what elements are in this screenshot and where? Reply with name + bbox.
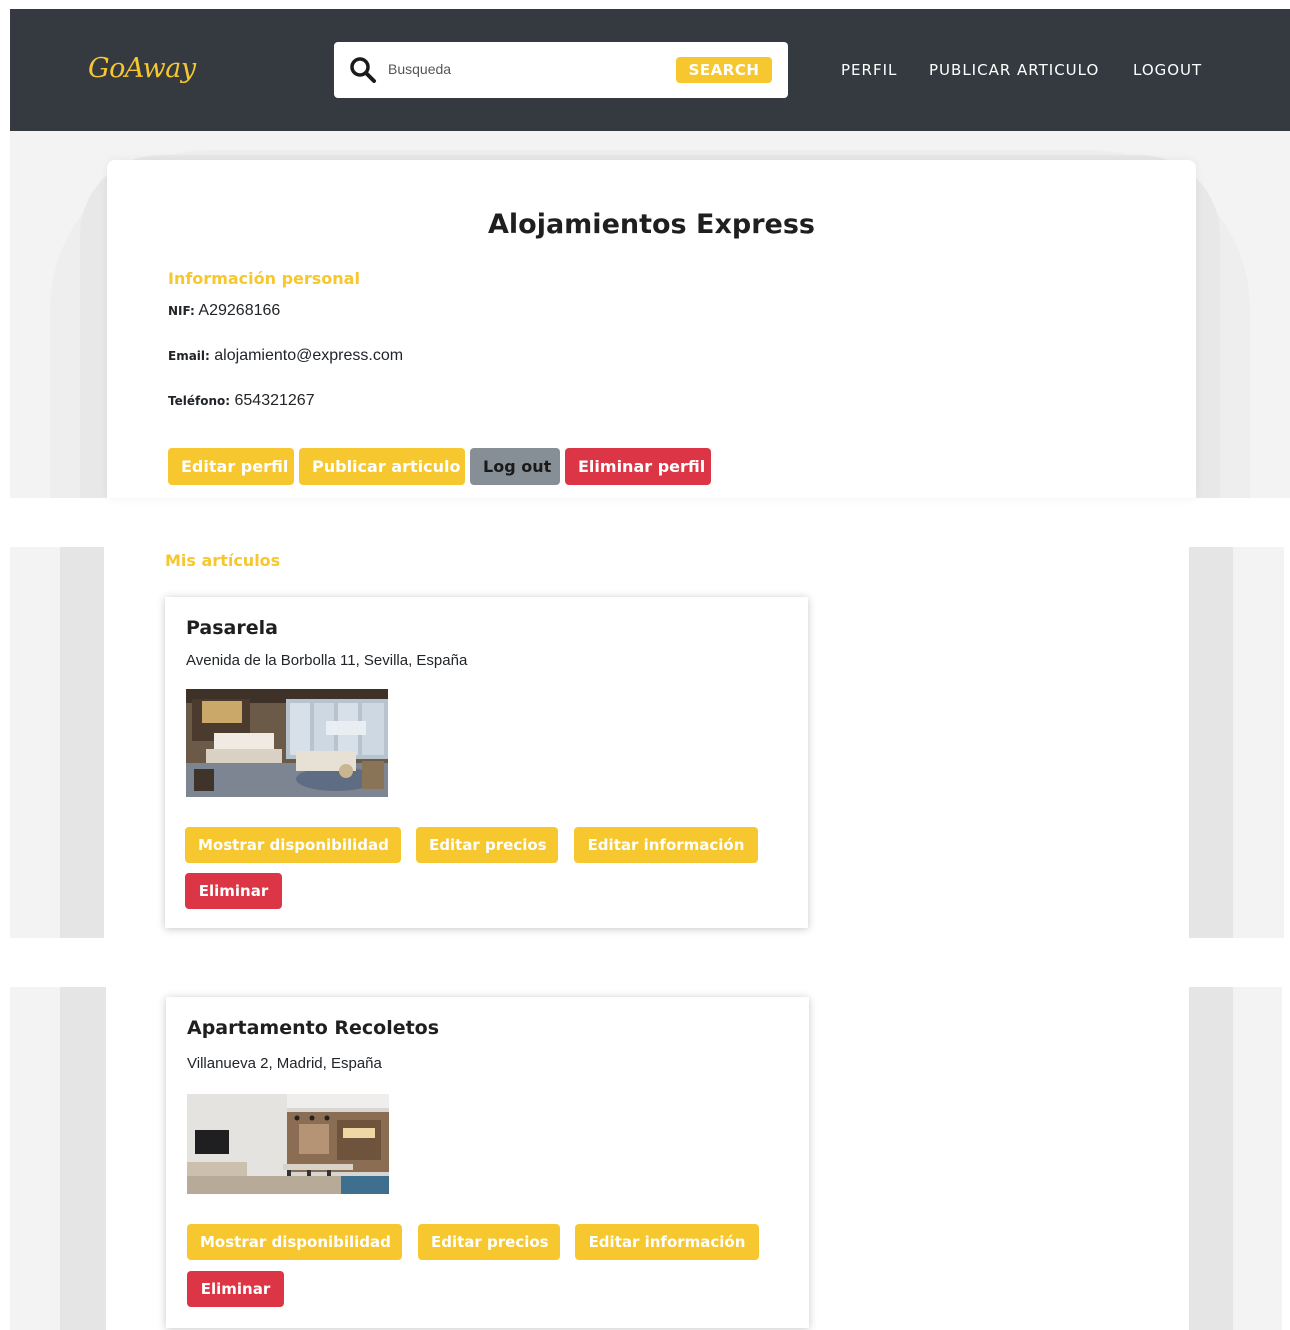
apartment-interior-image (187, 1094, 389, 1194)
page-title: Alojamientos Express (488, 209, 815, 240)
top-navbar: GoAway SEARCH PERFIL PUBLICAR ARTICULO L… (10, 9, 1290, 131)
edit-prices-button[interactable]: Editar precios (418, 1224, 560, 1260)
article-address: Avenida de la Borbolla 11, Sevilla, Espa… (186, 652, 468, 669)
article-card: Pasarela Avenida de la Borbolla 11, Sevi… (165, 597, 808, 928)
article-photo[interactable] (187, 1094, 389, 1194)
phone-label: Teléfono: (168, 394, 231, 408)
search-input[interactable] (388, 56, 658, 82)
article-section-strip-right-2 (1189, 987, 1233, 1330)
edit-prices-button[interactable]: Editar precios (416, 827, 558, 863)
search-button[interactable]: SEARCH (676, 57, 772, 83)
brand-logo[interactable]: GoAway (88, 53, 196, 84)
search-icon (350, 57, 376, 83)
article-title: Pasarela (186, 617, 278, 639)
edit-info-button[interactable]: Editar información (575, 1224, 759, 1260)
phone-value: 654321267 (234, 392, 315, 409)
hotel-bedroom-image (186, 689, 388, 797)
article-photo[interactable] (186, 689, 388, 797)
phone-row: Teléfono: 654321267 (168, 392, 315, 410)
article-section-strip-left-2 (60, 987, 106, 1330)
article-address: Villanueva 2, Madrid, España (187, 1055, 382, 1072)
nif-label: NIF: (168, 304, 195, 318)
show-availability-button[interactable]: Mostrar disponibilidad (187, 1224, 402, 1260)
show-availability-button[interactable]: Mostrar disponibilidad (185, 827, 401, 863)
article-section-strip-right-1 (1189, 547, 1233, 938)
edit-profile-button[interactable]: Editar perfil (168, 448, 294, 485)
publish-article-button[interactable]: Publicar articulo (299, 448, 465, 485)
delete-article-button[interactable]: Eliminar (187, 1271, 284, 1307)
logout-button[interactable]: Log out (470, 448, 560, 485)
article-title: Apartamento Recoletos (187, 1017, 440, 1039)
nav-link-perfil[interactable]: PERFIL (841, 61, 897, 79)
delete-article-button[interactable]: Eliminar (185, 873, 282, 909)
email-value: alojamiento@express.com (214, 347, 404, 364)
nav-link-publicar-articulo[interactable]: PUBLICAR ARTICULO (929, 61, 1099, 79)
email-row: Email: alojamiento@express.com (168, 347, 403, 365)
article-section-strip-left-1 (60, 547, 104, 938)
nav-link-logout[interactable]: LOGOUT (1133, 61, 1202, 79)
article-card: Apartamento Recoletos Villanueva 2, Madr… (166, 997, 809, 1328)
edit-info-button[interactable]: Editar información (574, 827, 758, 863)
profile-card: Alojamientos Express Información persona… (107, 160, 1196, 498)
my-articles-heading: Mis artículos (165, 551, 281, 570)
nif-row: NIF: A29268166 (168, 302, 280, 320)
search-bar: SEARCH (334, 42, 788, 98)
delete-profile-button[interactable]: Eliminar perfil (565, 448, 711, 485)
nif-value: A29268166 (198, 302, 281, 319)
email-label: Email: (168, 349, 210, 363)
personal-info-heading: Información personal (168, 269, 360, 288)
